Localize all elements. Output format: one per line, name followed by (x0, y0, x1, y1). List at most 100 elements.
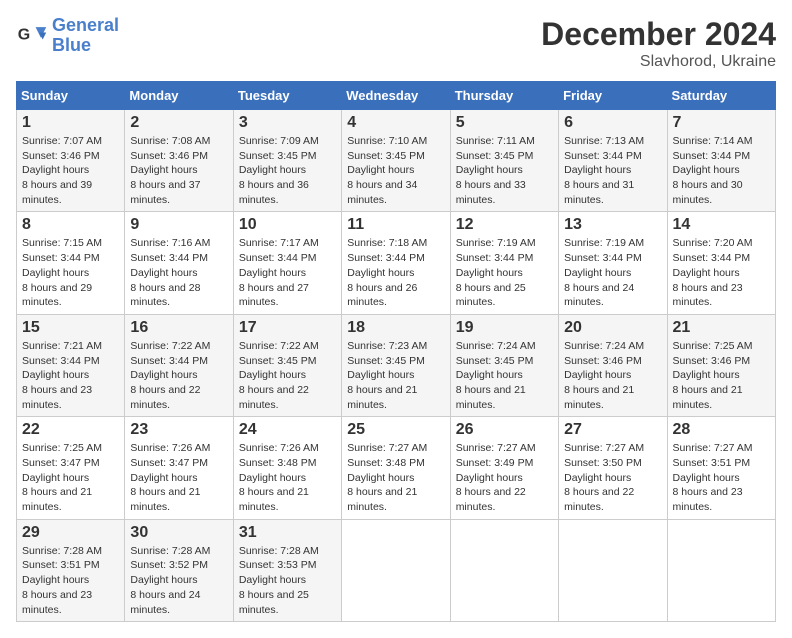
calendar-cell: 5 Sunrise: 7:11 AMSunset: 3:45 PMDayligh… (450, 110, 558, 212)
logo: G General Blue (16, 16, 119, 56)
calendar-table: SundayMondayTuesdayWednesdayThursdayFrid… (16, 81, 776, 622)
day-number: 29 (22, 524, 119, 542)
logo-text: General Blue (52, 16, 119, 56)
calendar-cell: 10 Sunrise: 7:17 AMSunset: 3:44 PMDaylig… (233, 212, 341, 314)
day-info: Sunrise: 7:10 AMSunset: 3:45 PMDaylight … (347, 134, 444, 207)
svg-text:G: G (18, 26, 30, 43)
calendar-cell: 22 Sunrise: 7:25 AMSunset: 3:47 PMDaylig… (17, 417, 125, 519)
calendar-body: 1 Sunrise: 7:07 AMSunset: 3:46 PMDayligh… (17, 110, 776, 622)
day-number: 16 (130, 319, 227, 337)
day-info: Sunrise: 7:19 AMSunset: 3:44 PMDaylight … (564, 236, 661, 309)
page-title: December 2024 (541, 16, 776, 53)
calendar-cell: 2 Sunrise: 7:08 AMSunset: 3:46 PMDayligh… (125, 110, 233, 212)
day-info: Sunrise: 7:23 AMSunset: 3:45 PMDaylight … (347, 339, 444, 412)
calendar-cell (450, 519, 558, 621)
day-number: 14 (673, 216, 770, 234)
calendar-cell: 11 Sunrise: 7:18 AMSunset: 3:44 PMDaylig… (342, 212, 450, 314)
day-info: Sunrise: 7:15 AMSunset: 3:44 PMDaylight … (22, 236, 119, 309)
day-info: Sunrise: 7:24 AMSunset: 3:46 PMDaylight … (564, 339, 661, 412)
day-number: 28 (673, 421, 770, 439)
calendar-cell: 25 Sunrise: 7:27 AMSunset: 3:48 PMDaylig… (342, 417, 450, 519)
day-number: 24 (239, 421, 336, 439)
day-number: 19 (456, 319, 553, 337)
calendar-cell: 29 Sunrise: 7:28 AMSunset: 3:51 PMDaylig… (17, 519, 125, 621)
day-number: 11 (347, 216, 444, 234)
day-info: Sunrise: 7:07 AMSunset: 3:46 PMDaylight … (22, 134, 119, 207)
calendar-cell (559, 519, 667, 621)
calendar-header-saturday: Saturday (667, 82, 775, 110)
day-number: 7 (673, 114, 770, 132)
day-info: Sunrise: 7:14 AMSunset: 3:44 PMDaylight … (673, 134, 770, 207)
calendar-header-row: SundayMondayTuesdayWednesdayThursdayFrid… (17, 82, 776, 110)
calendar-cell: 14 Sunrise: 7:20 AMSunset: 3:44 PMDaylig… (667, 212, 775, 314)
day-info: Sunrise: 7:28 AMSunset: 3:51 PMDaylight … (22, 544, 119, 617)
day-number: 22 (22, 421, 119, 439)
day-info: Sunrise: 7:27 AMSunset: 3:51 PMDaylight … (673, 441, 770, 514)
day-info: Sunrise: 7:19 AMSunset: 3:44 PMDaylight … (456, 236, 553, 309)
day-number: 31 (239, 524, 336, 542)
calendar-cell: 6 Sunrise: 7:13 AMSunset: 3:44 PMDayligh… (559, 110, 667, 212)
calendar-cell: 7 Sunrise: 7:14 AMSunset: 3:44 PMDayligh… (667, 110, 775, 212)
day-number: 15 (22, 319, 119, 337)
calendar-cell: 18 Sunrise: 7:23 AMSunset: 3:45 PMDaylig… (342, 314, 450, 416)
day-info: Sunrise: 7:25 AMSunset: 3:47 PMDaylight … (22, 441, 119, 514)
calendar-cell: 12 Sunrise: 7:19 AMSunset: 3:44 PMDaylig… (450, 212, 558, 314)
day-info: Sunrise: 7:08 AMSunset: 3:46 PMDaylight … (130, 134, 227, 207)
calendar-cell: 13 Sunrise: 7:19 AMSunset: 3:44 PMDaylig… (559, 212, 667, 314)
day-info: Sunrise: 7:27 AMSunset: 3:50 PMDaylight … (564, 441, 661, 514)
calendar-header-tuesday: Tuesday (233, 82, 341, 110)
page-header: G General Blue December 2024 Slavhorod, … (16, 16, 776, 71)
day-info: Sunrise: 7:28 AMSunset: 3:52 PMDaylight … (130, 544, 227, 617)
calendar-cell (342, 519, 450, 621)
day-info: Sunrise: 7:27 AMSunset: 3:48 PMDaylight … (347, 441, 444, 514)
day-info: Sunrise: 7:24 AMSunset: 3:45 PMDaylight … (456, 339, 553, 412)
calendar-cell: 9 Sunrise: 7:16 AMSunset: 3:44 PMDayligh… (125, 212, 233, 314)
day-info: Sunrise: 7:26 AMSunset: 3:48 PMDaylight … (239, 441, 336, 514)
calendar-header-thursday: Thursday (450, 82, 558, 110)
calendar-cell: 1 Sunrise: 7:07 AMSunset: 3:46 PMDayligh… (17, 110, 125, 212)
day-number: 1 (22, 114, 119, 132)
day-info: Sunrise: 7:25 AMSunset: 3:46 PMDaylight … (673, 339, 770, 412)
calendar-cell: 20 Sunrise: 7:24 AMSunset: 3:46 PMDaylig… (559, 314, 667, 416)
calendar-cell: 19 Sunrise: 7:24 AMSunset: 3:45 PMDaylig… (450, 314, 558, 416)
day-number: 26 (456, 421, 553, 439)
day-number: 17 (239, 319, 336, 337)
calendar-cell: 21 Sunrise: 7:25 AMSunset: 3:46 PMDaylig… (667, 314, 775, 416)
day-number: 25 (347, 421, 444, 439)
day-info: Sunrise: 7:13 AMSunset: 3:44 PMDaylight … (564, 134, 661, 207)
day-number: 5 (456, 114, 553, 132)
day-info: Sunrise: 7:21 AMSunset: 3:44 PMDaylight … (22, 339, 119, 412)
day-info: Sunrise: 7:09 AMSunset: 3:45 PMDaylight … (239, 134, 336, 207)
calendar-week-row: 8 Sunrise: 7:15 AMSunset: 3:44 PMDayligh… (17, 212, 776, 314)
day-number: 8 (22, 216, 119, 234)
calendar-header-wednesday: Wednesday (342, 82, 450, 110)
day-info: Sunrise: 7:18 AMSunset: 3:44 PMDaylight … (347, 236, 444, 309)
calendar-week-row: 15 Sunrise: 7:21 AMSunset: 3:44 PMDaylig… (17, 314, 776, 416)
day-number: 2 (130, 114, 227, 132)
day-info: Sunrise: 7:26 AMSunset: 3:47 PMDaylight … (130, 441, 227, 514)
calendar-cell: 27 Sunrise: 7:27 AMSunset: 3:50 PMDaylig… (559, 417, 667, 519)
calendar-cell: 8 Sunrise: 7:15 AMSunset: 3:44 PMDayligh… (17, 212, 125, 314)
day-info: Sunrise: 7:16 AMSunset: 3:44 PMDaylight … (130, 236, 227, 309)
day-info: Sunrise: 7:22 AMSunset: 3:44 PMDaylight … (130, 339, 227, 412)
calendar-cell: 3 Sunrise: 7:09 AMSunset: 3:45 PMDayligh… (233, 110, 341, 212)
day-number: 9 (130, 216, 227, 234)
day-number: 23 (130, 421, 227, 439)
day-number: 30 (130, 524, 227, 542)
day-number: 6 (564, 114, 661, 132)
calendar-week-row: 22 Sunrise: 7:25 AMSunset: 3:47 PMDaylig… (17, 417, 776, 519)
day-info: Sunrise: 7:22 AMSunset: 3:45 PMDaylight … (239, 339, 336, 412)
day-number: 13 (564, 216, 661, 234)
day-number: 4 (347, 114, 444, 132)
logo-icon: G (16, 20, 48, 52)
day-info: Sunrise: 7:17 AMSunset: 3:44 PMDaylight … (239, 236, 336, 309)
day-number: 12 (456, 216, 553, 234)
day-info: Sunrise: 7:20 AMSunset: 3:44 PMDaylight … (673, 236, 770, 309)
day-info: Sunrise: 7:28 AMSunset: 3:53 PMDaylight … (239, 544, 336, 617)
title-block: December 2024 Slavhorod, Ukraine (541, 16, 776, 71)
day-number: 27 (564, 421, 661, 439)
calendar-week-row: 29 Sunrise: 7:28 AMSunset: 3:51 PMDaylig… (17, 519, 776, 621)
day-number: 10 (239, 216, 336, 234)
calendar-cell (667, 519, 775, 621)
calendar-week-row: 1 Sunrise: 7:07 AMSunset: 3:46 PMDayligh… (17, 110, 776, 212)
